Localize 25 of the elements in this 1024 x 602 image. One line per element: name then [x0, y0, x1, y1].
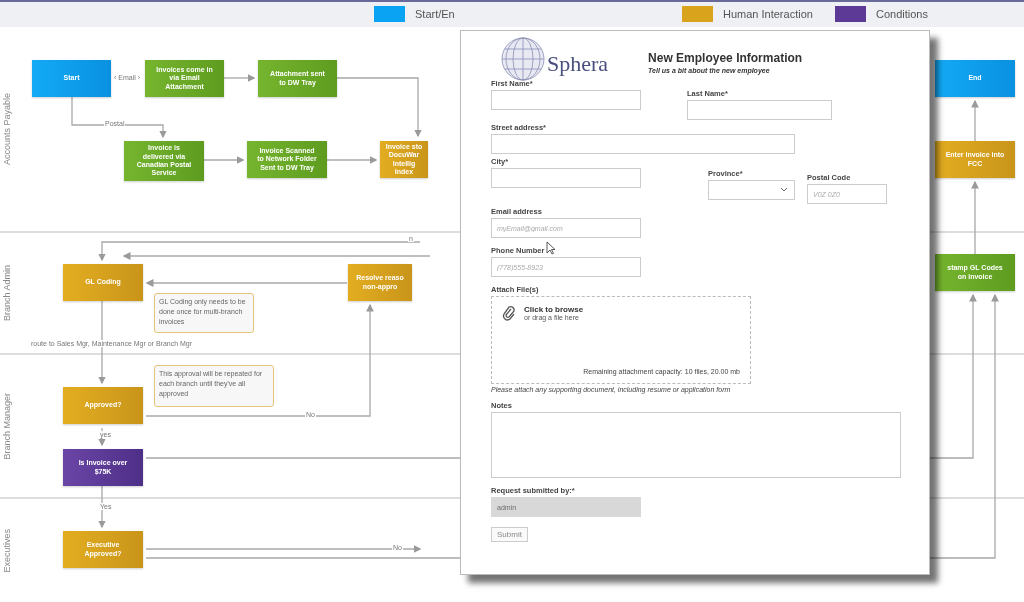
connector-arrow: [223, 74, 256, 82]
connector-arrow: [326, 156, 378, 164]
browse-link[interactable]: Click to browse: [524, 305, 584, 314]
lane-label: Branch Admin: [2, 265, 12, 321]
logo: Sphera: [501, 37, 609, 81]
lane-label: Branch Manager: [2, 392, 12, 460]
province-dropdown[interactable]: [708, 180, 795, 200]
legend-label: Start/En: [415, 8, 455, 20]
mouse-cursor-icon: [546, 241, 557, 255]
lane-label: Executives: [2, 528, 12, 573]
input-field[interactable]: [491, 168, 641, 188]
paperclip-icon: [502, 305, 516, 321]
input-field[interactable]: [491, 90, 641, 110]
connector-arrow: [971, 99, 979, 142]
lane-label: Accounts Payable: [2, 92, 12, 165]
chevron-down-icon: [780, 187, 788, 193]
input-field[interactable]: [491, 134, 795, 154]
legend-label: Human Interaction: [723, 8, 813, 20]
globe-icon: [501, 37, 545, 81]
input-field[interactable]: [687, 100, 832, 120]
submit-button[interactable]: Submit: [491, 527, 528, 542]
legend-label: Conditions: [876, 8, 928, 20]
form-title: New Employee Information: [648, 51, 803, 65]
connector-arrow: [203, 156, 245, 164]
notes-field[interactable]: [491, 412, 901, 478]
